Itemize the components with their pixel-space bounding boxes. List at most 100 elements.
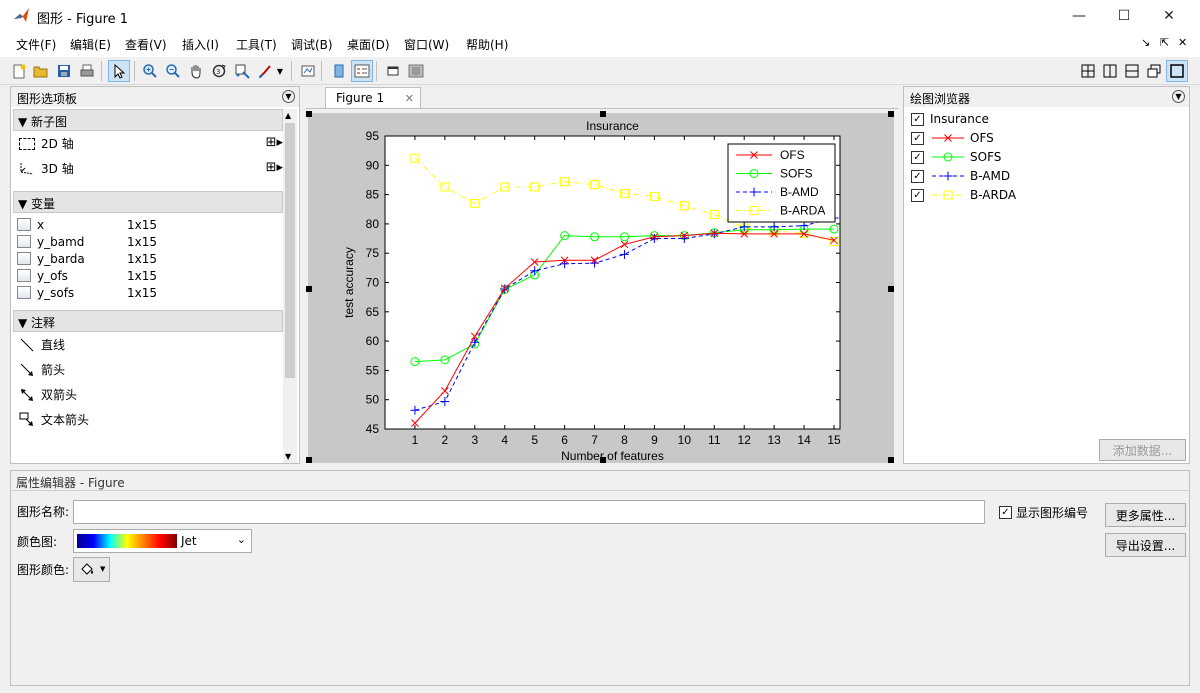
menu-edit[interactable]: 编辑(E) bbox=[70, 36, 111, 53]
annotation-arrow[interactable]: 箭头 bbox=[13, 357, 283, 382]
x-tick-label: 2 bbox=[442, 433, 449, 447]
undock-icon[interactable]: ⇱ bbox=[1160, 36, 1169, 49]
series-checkbox[interactable]: ✓ bbox=[911, 169, 924, 183]
grid-layout-icon[interactable]: ⊞▸ bbox=[266, 135, 283, 150]
print-icon[interactable] bbox=[76, 60, 98, 82]
menu-file[interactable]: 文件(F) bbox=[16, 36, 56, 53]
save-icon[interactable] bbox=[53, 60, 75, 82]
variable-row[interactable]: y_sofs 1x15 bbox=[17, 284, 279, 301]
axes-3d-label: 3D 轴 bbox=[41, 162, 74, 176]
brush-dropdown-icon[interactable]: ▼ bbox=[274, 60, 286, 82]
figure-color-button[interactable]: ▼ bbox=[73, 557, 110, 582]
menu-window[interactable]: 窗口(W) bbox=[404, 36, 449, 53]
browser-series-row[interactable]: ✓ B-ARDA bbox=[911, 188, 1016, 202]
grid-layout-icon[interactable]: ⊞▸ bbox=[266, 160, 283, 175]
series-checkbox[interactable]: ✓ bbox=[911, 188, 924, 202]
show-plot-tools-icon[interactable] bbox=[405, 60, 427, 82]
y-tick-label: 50 bbox=[366, 393, 380, 407]
annotation-text-arrow[interactable]: 文本箭头 bbox=[13, 407, 283, 432]
browser-series-row[interactable]: ✓ SOFS bbox=[911, 150, 1001, 164]
browser-series-row[interactable]: ✓ B-AMD bbox=[911, 169, 1010, 183]
open-file-icon[interactable] bbox=[30, 60, 52, 82]
scroll-up-icon[interactable]: ▲ bbox=[285, 111, 291, 120]
add-data-button[interactable]: 添加数据... bbox=[1099, 439, 1186, 461]
paint-bucket-icon bbox=[81, 563, 93, 575]
maximize-button[interactable]: ☐ bbox=[1101, 0, 1147, 31]
data-cursor-icon[interactable] bbox=[231, 60, 253, 82]
series-checkbox[interactable]: ✓ bbox=[911, 150, 924, 164]
zoom-out-icon[interactable] bbox=[162, 60, 184, 82]
svg-text:3: 3 bbox=[216, 68, 220, 76]
new-figure-icon[interactable] bbox=[8, 60, 30, 82]
more-properties-button[interactable]: 更多属性... bbox=[1105, 503, 1186, 527]
figure-canvas[interactable]: 1 2 3 4 5 6 7 8 9 10 11 12 13 14 154550556065707580859… bbox=[306, 109, 898, 465]
chart-title: Insurance bbox=[586, 119, 639, 133]
hide-plot-tools-icon[interactable] bbox=[382, 60, 404, 82]
section-title: 变量 bbox=[31, 197, 56, 211]
axes-3d-item[interactable]: 3D 轴 ⊞▸ bbox=[13, 156, 283, 181]
zoom-in-icon[interactable] bbox=[139, 60, 161, 82]
palette-scrollbar[interactable]: ▲ ▼ bbox=[283, 109, 297, 463]
y-tick-label: 80 bbox=[366, 217, 380, 231]
figure-palette-title: 图形选项板 bbox=[17, 92, 78, 106]
menu-view[interactable]: 查看(V) bbox=[125, 36, 167, 53]
variable-row[interactable]: y_barda 1x15 bbox=[17, 250, 279, 267]
menu-help[interactable]: 帮助(H) bbox=[466, 36, 508, 53]
browser-series-row[interactable]: ✓ OFS bbox=[911, 131, 994, 145]
tab-figure-1[interactable]: Figure 1 ✕ bbox=[325, 87, 421, 109]
edit-plot-pointer-icon[interactable] bbox=[108, 60, 130, 82]
menu-debug[interactable]: 调试(B) bbox=[291, 36, 333, 53]
matlab-logo-icon bbox=[13, 6, 31, 24]
figure-palette: 图形选项板 ▼ ▼ 新子图 2D 轴 ⊞▸ 3D 轴 ⊞▸ ▼ 变量 x 1x15… bbox=[10, 86, 300, 464]
annotation-line[interactable]: 直线 bbox=[13, 332, 283, 357]
layout-maximize-icon[interactable] bbox=[1166, 60, 1188, 82]
variable-row[interactable]: y_ofs 1x15 bbox=[17, 267, 279, 284]
annotation-double-arrow[interactable]: 双箭头 bbox=[13, 382, 283, 407]
layout-columns-icon[interactable] bbox=[1099, 60, 1121, 82]
close-figure-icon[interactable]: ✕ bbox=[1178, 36, 1187, 49]
export-settings-button[interactable]: 导出设置... bbox=[1105, 533, 1186, 557]
x-tick-label: 8 bbox=[621, 433, 628, 447]
minimize-button[interactable]: — bbox=[1056, 0, 1102, 31]
insert-legend-icon[interactable] bbox=[351, 60, 373, 82]
series-swatch-icon bbox=[932, 171, 964, 181]
scrollbar-thumb[interactable] bbox=[285, 123, 295, 378]
link-plot-icon[interactable] bbox=[297, 60, 319, 82]
toolbar-separator bbox=[376, 61, 377, 81]
menu-tools[interactable]: 工具(T) bbox=[236, 36, 277, 53]
layout-rows-icon[interactable] bbox=[1121, 60, 1143, 82]
y-tick-label: 85 bbox=[366, 188, 380, 202]
x-tick-label: 14 bbox=[797, 433, 811, 447]
dock-icon[interactable]: ↘ bbox=[1141, 36, 1150, 49]
layout-float-icon[interactable] bbox=[1143, 60, 1165, 82]
show-figure-number-checkbox[interactable]: ✓ bbox=[999, 506, 1012, 519]
collapse-icon[interactable]: ▼ bbox=[282, 90, 295, 103]
y-tick-label: 95 bbox=[366, 129, 380, 143]
layout-tile-icon[interactable] bbox=[1077, 60, 1099, 82]
colormap-select[interactable]: Jet ⌄ bbox=[73, 529, 252, 553]
close-tab-icon[interactable]: ✕ bbox=[405, 92, 414, 105]
variable-row[interactable]: y_bamd 1x15 bbox=[17, 233, 279, 250]
section-new-subplot[interactable]: ▼ 新子图 bbox=[13, 109, 283, 131]
series-checkbox[interactable]: ✓ bbox=[911, 131, 924, 145]
section-variables[interactable]: ▼ 变量 bbox=[13, 191, 283, 213]
show-figure-number-row[interactable]: ✓ 显示图形编号 bbox=[999, 504, 1088, 521]
legend[interactable]: OFS SOFS B-AMD B-ARDA bbox=[727, 143, 836, 223]
rotate-3d-icon[interactable]: 3 bbox=[208, 60, 230, 82]
variable-row[interactable]: x 1x15 bbox=[17, 216, 279, 233]
menu-desktop[interactable]: 桌面(D) bbox=[347, 36, 390, 53]
x-tick-label: 6 bbox=[561, 433, 568, 447]
insert-colorbar-icon[interactable] bbox=[328, 60, 350, 82]
scroll-down-icon[interactable]: ▼ bbox=[285, 452, 291, 461]
figure-name-input[interactable] bbox=[73, 500, 985, 524]
section-annotations[interactable]: ▼ 注释 bbox=[13, 310, 283, 332]
collapse-icon[interactable]: ▼ bbox=[1172, 90, 1185, 103]
browser-root-row[interactable]: ✓ Insurance bbox=[911, 112, 989, 126]
root-checkbox[interactable]: ✓ bbox=[911, 112, 924, 126]
close-button[interactable]: ✕ bbox=[1146, 0, 1192, 31]
menu-insert[interactable]: 插入(I) bbox=[182, 36, 219, 53]
brush-icon[interactable] bbox=[254, 60, 276, 82]
show-figure-number-label: 显示图形编号 bbox=[1016, 506, 1089, 520]
axes-2d-item[interactable]: 2D 轴 ⊞▸ bbox=[13, 131, 283, 156]
pan-hand-icon[interactable] bbox=[185, 60, 207, 82]
